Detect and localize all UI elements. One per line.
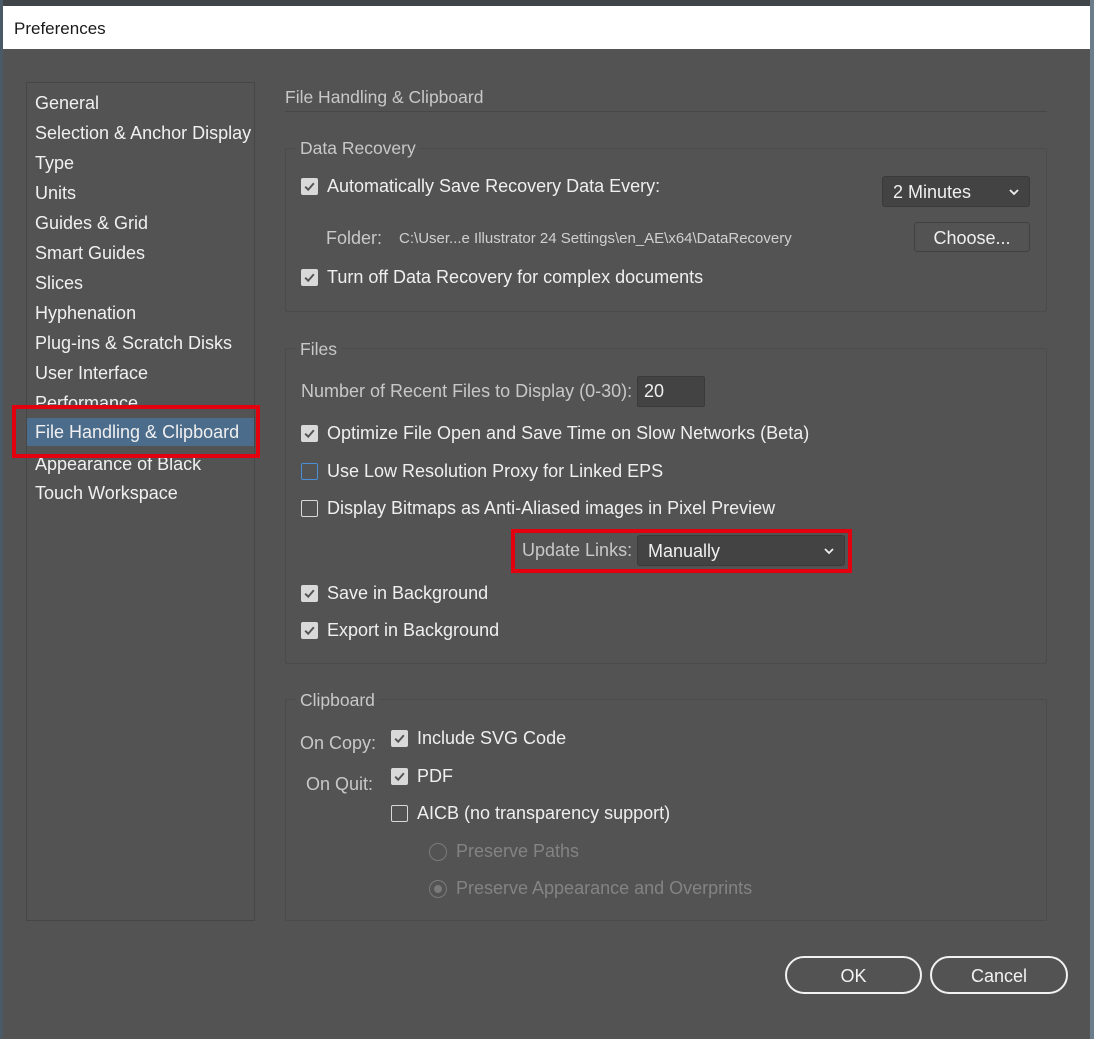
bitmaps-checkbox[interactable]: Display Bitmaps as Anti-Aliased images i… (301, 498, 775, 519)
aicb-label: AICB (no transparency support) (417, 803, 671, 823)
low-res-proxy-label: Use Low Resolution Proxy for Linked EPS (327, 461, 664, 481)
pdf-checkbox[interactable]: PDF (391, 766, 453, 787)
preserve-appearance-radio[interactable]: Preserve Appearance and Overprints (429, 878, 752, 899)
window-title: Preferences (14, 19, 106, 38)
title-bar: Preferences (3, 6, 1090, 49)
on-quit-row: On Quit: (306, 774, 373, 795)
checkmark-icon (304, 626, 315, 636)
desktop-background-right (1090, 0, 1094, 1039)
files-legend: Files (296, 339, 341, 360)
preserve-paths-radio[interactable]: Preserve Paths (429, 841, 579, 862)
checkbox-box[interactable] (301, 463, 318, 480)
include-svg-checkbox[interactable]: Include SVG Code (391, 728, 566, 749)
optimize-label: Optimize File Open and Save Time on Slow… (327, 423, 810, 443)
sidebar-item-label: Slices (35, 273, 84, 293)
divider (285, 111, 1047, 112)
sidebar-item-label: Hyphenation (35, 303, 137, 323)
sidebar-item-label: Selection & Anchor Display (35, 123, 252, 143)
checkmark-icon (304, 182, 315, 192)
preferences-dialog: Preferences General Selection & Anchor D… (3, 6, 1090, 1039)
ok-button[interactable]: OK (785, 956, 922, 994)
sidebar-item-plugins[interactable]: Plug-ins & Scratch Disks (27, 328, 254, 358)
export-background-checkbox[interactable]: Export in Background (301, 620, 499, 641)
checkmark-icon (304, 589, 315, 599)
checkmark-icon (304, 429, 315, 439)
checkbox-box[interactable] (301, 622, 318, 639)
sidebar-item-label: General (35, 93, 100, 113)
turn-off-recovery-label: Turn off Data Recovery for complex docum… (327, 267, 704, 287)
page-title: File Handling & Clipboard (285, 87, 484, 107)
sidebar-item-selection-anchor[interactable]: Selection & Anchor Display (27, 118, 254, 148)
checkbox-box[interactable] (391, 805, 408, 822)
sidebar-item-label: Smart Guides (35, 243, 146, 263)
preserve-appearance-label: Preserve Appearance and Overprints (456, 878, 753, 898)
clipboard-legend: Clipboard (296, 690, 379, 711)
sidebar-item-user-interface[interactable]: User Interface (27, 358, 254, 388)
recovery-interval-value: 2 Minutes (893, 182, 972, 202)
checkbox-box[interactable] (301, 425, 318, 442)
recent-files-input[interactable]: 20 (637, 376, 705, 407)
radio-dot (434, 884, 442, 893)
pdf-label: PDF (417, 766, 453, 786)
on-copy-row: On Copy: (300, 733, 376, 754)
recent-files-label: Number of Recent Files to Display (0-30)… (301, 381, 633, 401)
folder-path: C:\User...e Illustrator 24 Settings\en_A… (399, 230, 792, 247)
sidebar-item-label: User Interface (35, 363, 149, 383)
sidebar-item-label: Touch Workspace (35, 483, 178, 503)
auto-save-label: Automatically Save Recovery Data Every: (327, 176, 661, 196)
preserve-paths-label: Preserve Paths (456, 841, 580, 861)
highlight-sidebar-selection (12, 405, 260, 458)
sidebar-item-label: Units (35, 183, 77, 203)
sidebar-item-smart-guides[interactable]: Smart Guides (27, 238, 254, 268)
radio-circle[interactable] (429, 879, 447, 898)
optimize-checkbox[interactable]: Optimize File Open and Save Time on Slow… (301, 423, 809, 444)
checkbox-box[interactable] (301, 585, 318, 602)
checkbox-box[interactable] (301, 500, 318, 517)
low-res-proxy-checkbox[interactable]: Use Low Resolution Proxy for Linked EPS (301, 461, 663, 482)
save-background-label: Save in Background (327, 583, 489, 603)
radio-circle[interactable] (429, 842, 447, 861)
aicb-checkbox[interactable]: AICB (no transparency support) (391, 803, 670, 824)
on-copy-label: On Copy: (300, 733, 377, 753)
sidebar-item-label: Plug-ins & Scratch Disks (35, 333, 233, 353)
export-background-label: Export in Background (327, 620, 500, 640)
sidebar-item-hyphenation[interactable]: Hyphenation (27, 298, 254, 328)
checkbox-box[interactable] (301, 269, 318, 286)
data-recovery-legend: Data Recovery (296, 138, 420, 159)
cancel-button[interactable]: Cancel (930, 956, 1068, 994)
sidebar-item-units[interactable]: Units (27, 178, 254, 208)
bitmaps-label: Display Bitmaps as Anti-Aliased images i… (327, 498, 776, 518)
choose-folder-button[interactable]: Choose... (914, 222, 1030, 252)
recovery-interval-dropdown[interactable]: 2 Minutes (882, 176, 1030, 207)
checkmark-icon (394, 734, 405, 744)
highlight-update-links (511, 529, 852, 573)
category-sidebar: General Selection & Anchor Display Type … (26, 82, 255, 921)
sidebar-item-slices[interactable]: Slices (27, 268, 254, 298)
sidebar-item-label: Type (35, 153, 75, 173)
save-background-checkbox[interactable]: Save in Background (301, 583, 488, 604)
on-quit-label: On Quit: (306, 774, 374, 794)
sidebar-item-general[interactable]: General (27, 88, 254, 118)
sidebar-item-guides-grid[interactable]: Guides & Grid (27, 208, 254, 238)
checkbox-box[interactable] (301, 178, 318, 195)
sidebar-item-type[interactable]: Type (27, 148, 254, 178)
sidebar-item-touch-workspace[interactable]: Touch Workspace (27, 478, 254, 508)
auto-save-checkbox[interactable]: Automatically Save Recovery Data Every: (301, 176, 660, 197)
sidebar-item-label: Guides & Grid (35, 213, 149, 233)
turn-off-recovery-checkbox[interactable]: Turn off Data Recovery for complex docum… (301, 267, 703, 288)
checkmark-icon (304, 273, 315, 283)
checkbox-box[interactable] (391, 730, 408, 747)
checkmark-icon (394, 772, 405, 782)
checkbox-box[interactable] (391, 768, 408, 785)
chevron-down-icon (1009, 189, 1019, 196)
recent-files-row: Number of Recent Files to Display (0-30)… (301, 381, 632, 402)
include-svg-label: Include SVG Code (417, 728, 567, 748)
folder-label: Folder: (326, 228, 383, 248)
folder-row: Folder: C:\User...e Illustrator 24 Setti… (326, 228, 792, 249)
